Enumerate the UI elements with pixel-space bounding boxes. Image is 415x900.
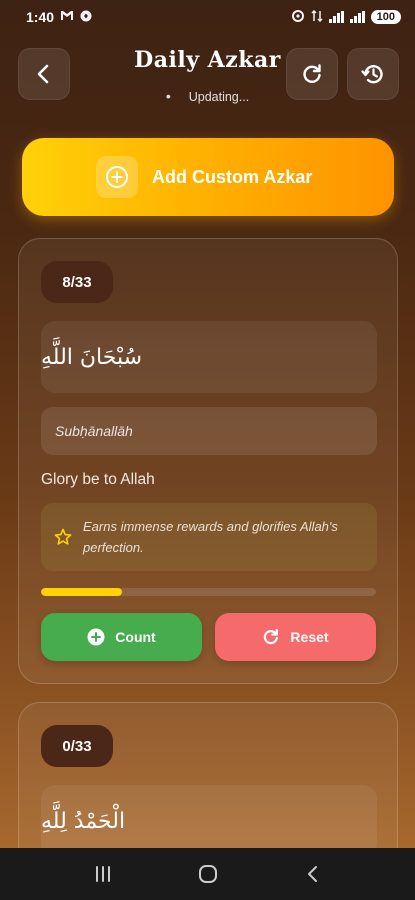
refresh-button[interactable] (286, 48, 338, 100)
transliteration-text: Subḥānallāh (55, 423, 133, 439)
home-icon[interactable] (197, 863, 219, 885)
navigation-bar (0, 848, 415, 900)
signal-icon-2 (349, 11, 365, 23)
counter-badge: 8/33 (41, 261, 113, 303)
notification-icon (80, 10, 92, 25)
status-right: 100 (291, 9, 401, 25)
benefit-box: Earns immense rewards and glorifies Alla… (41, 503, 377, 571)
progress-bar (41, 588, 376, 596)
data-transfer-icon (311, 9, 323, 25)
transliteration-box: Subḥānallāh (41, 407, 377, 455)
recent-apps-icon[interactable] (92, 864, 114, 884)
progress-fill (41, 588, 123, 596)
updating-text: Updating... (188, 90, 250, 104)
arabic-text: الْحَمْدُ لِلَّهِ (41, 808, 126, 834)
refresh-icon (303, 64, 321, 83)
plus-circle-icon (106, 166, 128, 188)
loading-spinner-icon: • (165, 88, 171, 104)
back-nav-icon[interactable] (302, 863, 324, 885)
history-button[interactable] (347, 48, 399, 100)
battery-level: 100 (370, 10, 401, 24)
count-button[interactable]: Count (41, 613, 202, 661)
star-icon (54, 528, 72, 545)
add-icon-box (96, 156, 138, 198)
status-time: 1:40 (26, 9, 55, 25)
azkar-card: 8/33 سُبْحَانَ اللَّهِ Subḥānallāh Glory… (18, 238, 398, 684)
translation-text: Glory be to Allah (41, 471, 155, 488)
plus-circle-icon (87, 628, 105, 646)
add-custom-azkar-label: Add Custom Azkar (152, 166, 313, 187)
history-icon (361, 65, 383, 84)
reset-label: Reset (290, 629, 329, 645)
add-custom-azkar-button[interactable]: Add Custom Azkar (22, 138, 394, 216)
arabic-text-box: الْحَمْدُ لِلَّهِ (41, 785, 377, 857)
benefit-text: Earns immense rewards and glorifies Alla… (83, 519, 338, 555)
status-left: 1:40 (26, 9, 92, 25)
status-bar: 1:40 100 (0, 0, 415, 34)
count-label: Count (115, 629, 156, 645)
arabic-text-box: سُبْحَانَ اللَّهِ (41, 321, 377, 393)
vpn-icon (291, 9, 305, 25)
reset-button[interactable]: Reset (215, 613, 376, 661)
gmail-icon (60, 10, 74, 24)
signal-icon (328, 11, 344, 23)
refresh-icon (264, 628, 279, 645)
arabic-text: سُبْحَانَ اللَّهِ (41, 344, 143, 370)
counter-badge: 0/33 (41, 725, 113, 767)
